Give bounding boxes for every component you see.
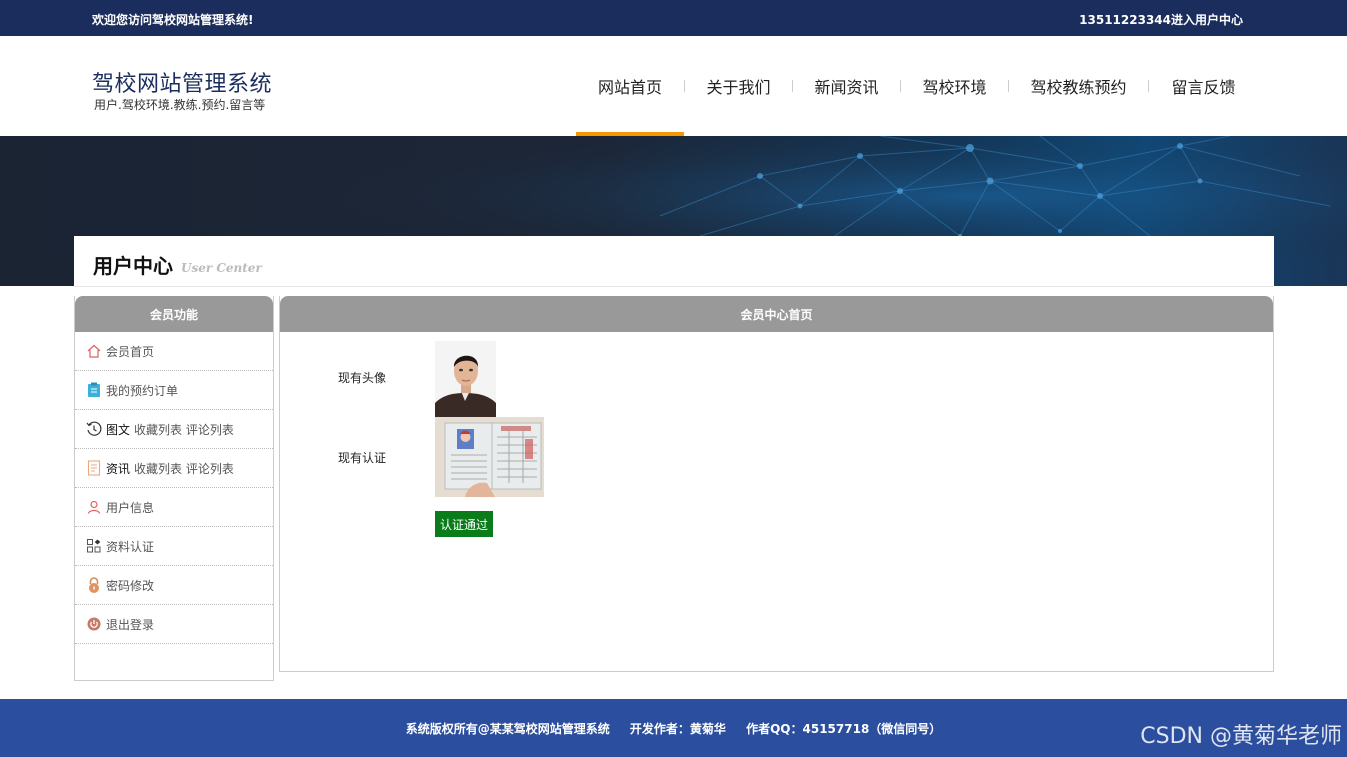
nav-item-environment[interactable]: 驾校环境 [901,36,1008,136]
status-badge: 认证通过 [435,511,493,537]
sidebar-item-label: 会员首页 [106,344,155,359]
member-main-panel: 会员中心首页 现有头像 现有认证 认证通过 [279,296,1274,672]
page-title: 用户中心 [93,254,173,278]
site-header: 驾校网站管理系统 用户.驾校环境.教练.预约.留言等 网站首页 关于我们 新闻资… [0,36,1347,136]
watermark-text: CSDN @黄菊华老师 [1140,724,1342,749]
power-icon [86,616,102,632]
main-panel-heading: 会员中心首页 [280,296,1273,332]
sidebar-item-label: 资料认证 [106,539,155,554]
grid-icon [86,538,102,554]
site-title: 驾校网站管理系统 [92,72,273,97]
sidebar-item-password[interactable]: 密码修改 [75,566,273,605]
certificate-label: 现有认证 [338,451,387,465]
top-bar: 欢迎您访问驾校网站管理系统! 13511223344进入用户中心 [0,0,1347,36]
sidebar-item-orders[interactable]: 我的预约订单 [75,371,273,410]
nav-item-home[interactable]: 网站首页 [576,36,684,136]
sidebar-item-verification[interactable]: 资料认证 [75,527,273,566]
document-icon [86,460,102,476]
sidebar-item-label: 我的预约订单 [106,383,179,398]
sidebar-item-user-info[interactable]: 用户信息 [75,488,273,527]
nav-item-coach-booking[interactable]: 驾校教练预约 [1009,36,1148,136]
main-nav: 网站首页 关于我们 新闻资讯 驾校环境 驾校教练预约 留言反馈 [576,36,1258,136]
sidebar-item-member-home[interactable]: 会员首页 [75,332,273,371]
page-title-en: User Center [181,261,262,275]
sidebar-item-label: 用户信息 [106,500,155,515]
nav-item-feedback[interactable]: 留言反馈 [1149,36,1258,136]
avatar-image [435,341,496,417]
sidebar-item-articles[interactable]: 图文 收藏列表 评论列表 [75,410,273,449]
nav-item-about[interactable]: 关于我们 [685,36,792,136]
welcome-text: 欢迎您访问驾校网站管理系统! [92,13,254,27]
footer-copyright: 系统版权所有@某某驾校网站管理系统 [405,722,610,736]
sidebar-item-logout[interactable]: 退出登录 [75,605,273,644]
certificate-image [435,417,544,497]
user-icon [86,499,102,515]
divider [74,286,1274,287]
sidebar-item-label: 退出登录 [106,617,155,632]
sidebar-item-category: 图文 [106,422,131,437]
footer-author: 开发作者：黄菊华 [629,722,726,736]
sidebar-item-category: 资讯 [106,461,131,476]
user-center-header: 用户中心 User Center [74,236,1274,286]
lock-icon [86,577,102,593]
site-subtitle: 用户.驾校环境.教练.预约.留言等 [94,98,266,112]
nav-item-news[interactable]: 新闻资讯 [793,36,900,136]
avatar-label: 现有头像 [338,371,387,385]
home-icon [86,343,102,359]
history-icon [86,421,102,437]
sidebar-item-news[interactable]: 资讯 收藏列表 评论列表 [75,449,273,488]
footer-qq: 作者QQ：45157718（微信同号） [746,722,942,736]
sidebar-item-label: 收藏列表 评论列表 [134,422,234,437]
site-footer: 系统版权所有@某某驾校网站管理系统 开发作者：黄菊华 作者QQ：45157718… [0,699,1347,757]
sidebar-item-label: 收藏列表 评论列表 [134,461,234,476]
sidebar-item-label: 密码修改 [106,578,155,593]
user-center-link[interactable]: 13511223344进入用户中心 [1079,11,1243,28]
clipboard-icon [86,382,102,398]
sidebar-heading: 会员功能 [75,296,273,332]
member-sidebar: 会员功能 会员首页 我的预约订单 图文 收藏列表 评论列表 资讯 收藏列表 评论… [74,296,274,681]
